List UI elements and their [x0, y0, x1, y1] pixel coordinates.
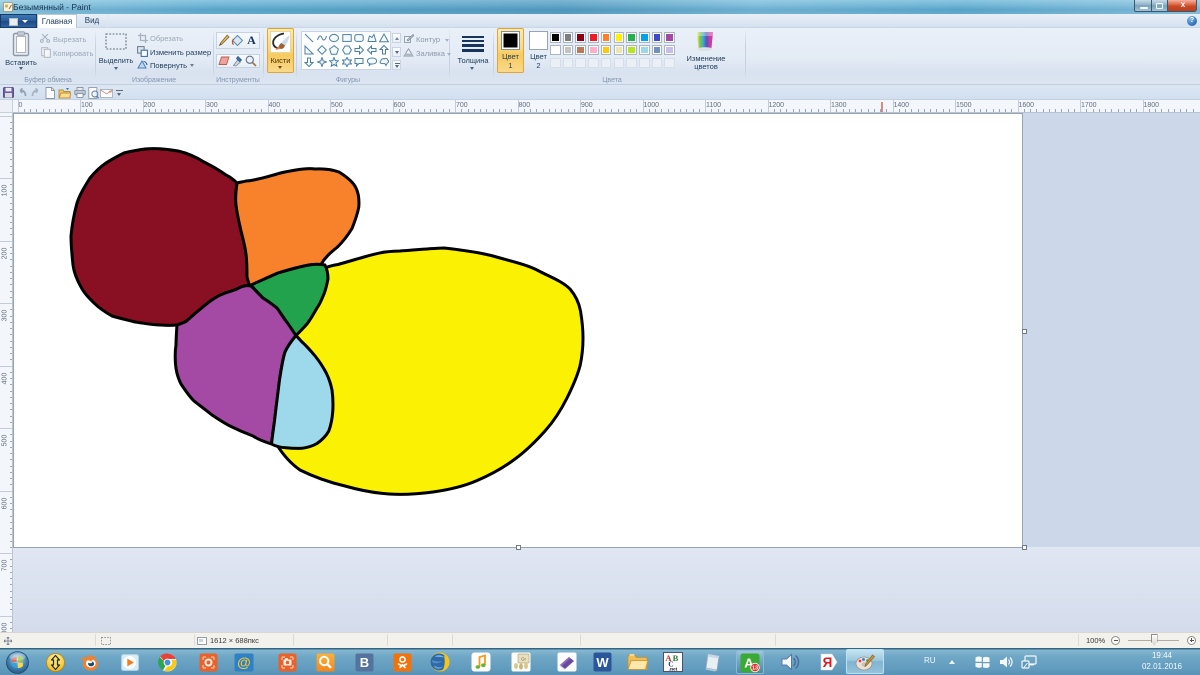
svg-text:W: W: [596, 655, 609, 670]
svg-text:Gr: Gr: [521, 657, 527, 662]
svg-text:13: 13: [752, 665, 758, 671]
svg-text:B: B: [360, 655, 369, 670]
svg-text:Я: Я: [823, 655, 833, 670]
svg-text:@: @: [237, 654, 251, 670]
svg-text:.net: .net: [669, 667, 678, 673]
